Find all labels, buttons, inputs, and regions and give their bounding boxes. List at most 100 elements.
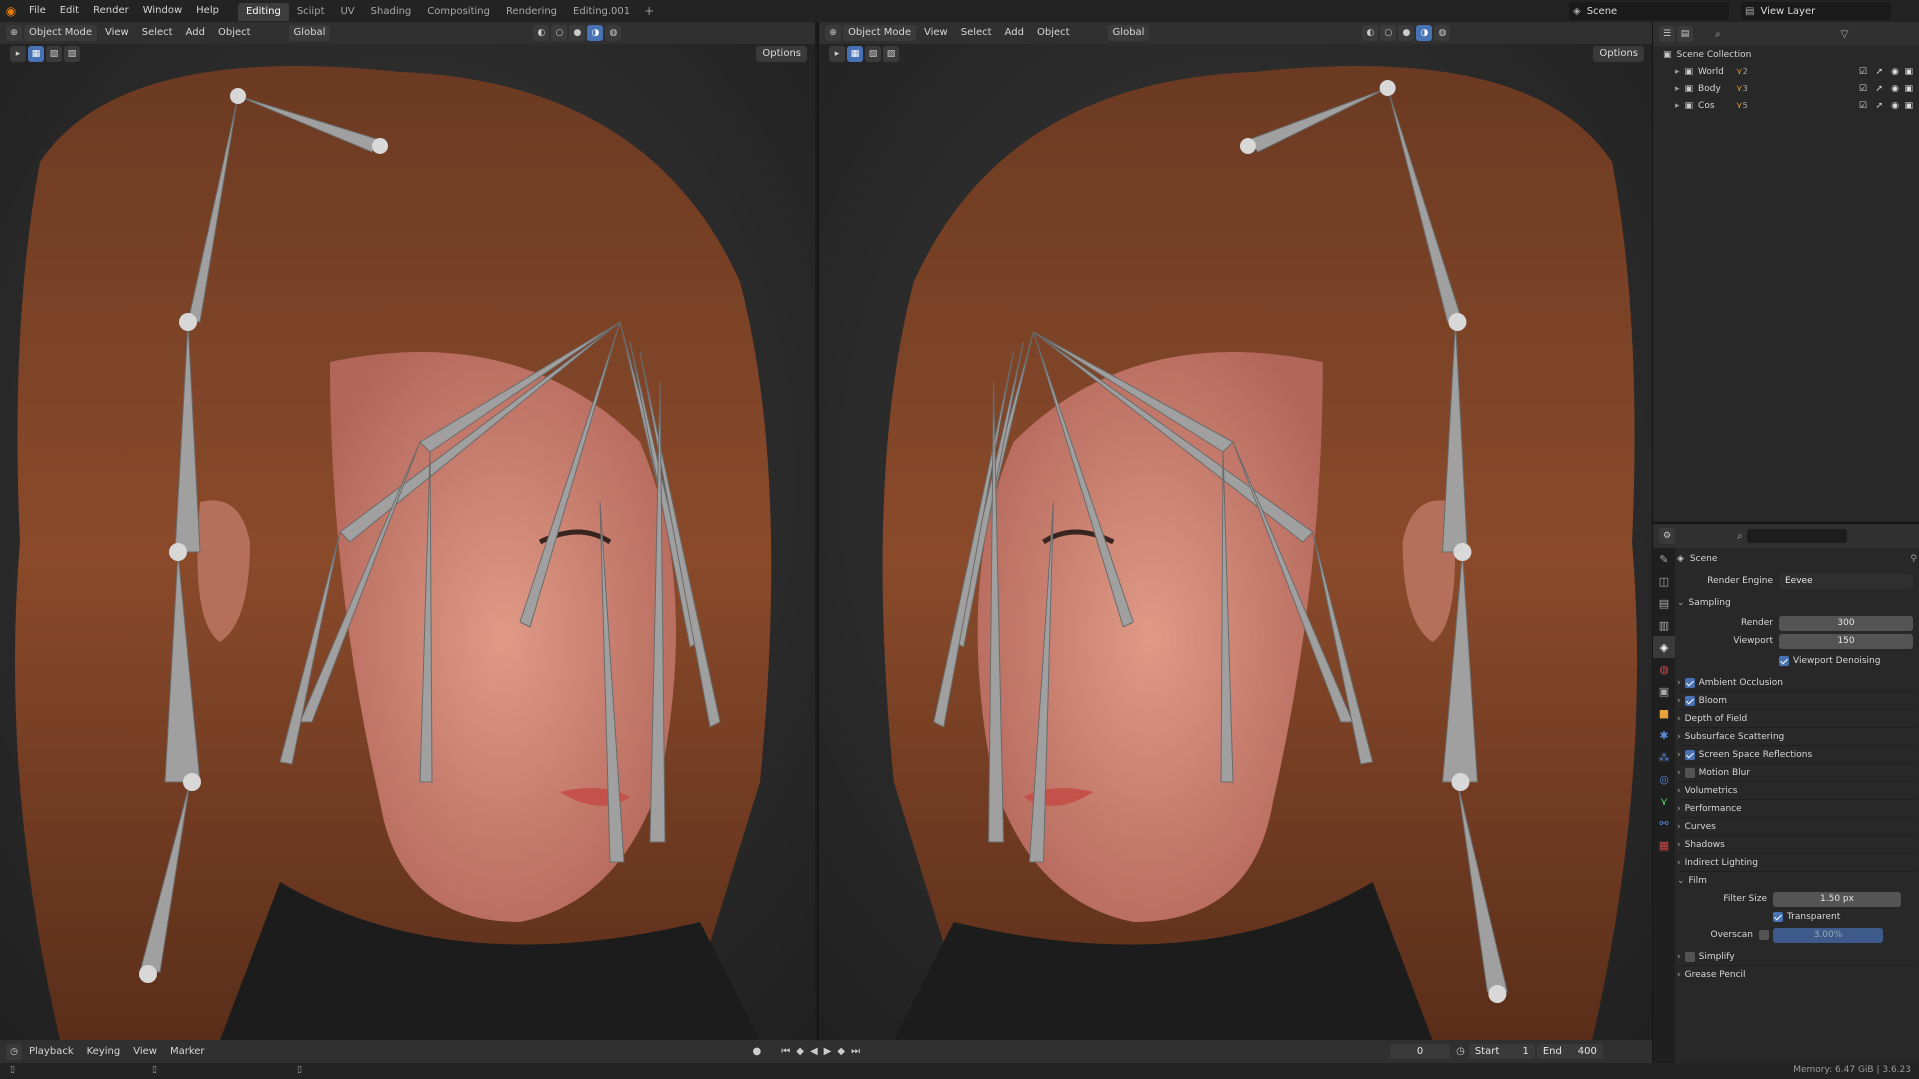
viewport-right-render[interactable] bbox=[819, 22, 1652, 1040]
panel-ambient-occlusion[interactable]: › Ambient Occlusion bbox=[1677, 674, 1917, 692]
jump-end-icon[interactable]: ⏭ bbox=[851, 1046, 860, 1057]
select-tool-icon[interactable]: ▸ bbox=[10, 46, 26, 62]
select-arrow-icon[interactable]: ➚ bbox=[1875, 84, 1883, 94]
viewport-denoising-checkbox[interactable] bbox=[1779, 656, 1789, 666]
tab-rendering[interactable]: Rendering bbox=[498, 3, 565, 21]
select-box-icon[interactable]: ▦ bbox=[847, 46, 863, 62]
play-reverse-icon[interactable]: ◀ bbox=[810, 1046, 818, 1057]
ssr-checkbox[interactable] bbox=[1684, 749, 1695, 760]
panel-motion-blur[interactable]: › Motion Blur bbox=[1677, 764, 1917, 782]
record-icon[interactable]: ● bbox=[753, 1046, 762, 1057]
motion-blur-checkbox[interactable] bbox=[1684, 767, 1695, 778]
panel-shadows[interactable]: › Shadows bbox=[1677, 836, 1917, 854]
outliner-item-world[interactable]: ▸ ▣ World ⋎ 2 ☑ ➚ ◉ ▣ bbox=[1653, 63, 1919, 80]
view-layer-selector[interactable]: ▤ View Layer bbox=[1741, 2, 1891, 20]
properties-type-icon[interactable]: ⚙ bbox=[1659, 528, 1675, 544]
select-subtract-icon[interactable]: ▨ bbox=[64, 46, 80, 62]
camera-icon[interactable]: ▣ bbox=[1904, 84, 1913, 94]
select-arrow-icon[interactable]: ➚ bbox=[1875, 101, 1883, 111]
panel-subsurface-scattering[interactable]: › Subsurface Scattering bbox=[1677, 728, 1917, 746]
panel-simplify[interactable]: › Simplify bbox=[1677, 948, 1917, 966]
outliner-type-icon[interactable]: ☰ bbox=[1659, 26, 1675, 42]
eye-icon[interactable]: ◉ bbox=[1891, 101, 1899, 111]
visibility-checkbox[interactable]: ☑ bbox=[1859, 84, 1867, 94]
scene-tab-icon[interactable]: ◈ bbox=[1653, 636, 1675, 658]
tab-editing-001[interactable]: Editing.001 bbox=[565, 3, 638, 21]
select-arrow-icon[interactable]: ➚ bbox=[1875, 67, 1883, 77]
current-frame-field[interactable]: 0 bbox=[1390, 1044, 1451, 1059]
viewport-left[interactable]: ⊕ Object Mode View Select Add Object Glo… bbox=[0, 22, 815, 1040]
menu-marker[interactable]: Marker bbox=[165, 1044, 210, 1060]
select-tool-icon[interactable]: ▸ bbox=[829, 46, 845, 62]
visibility-checkbox[interactable]: ☑ bbox=[1859, 101, 1867, 111]
select-subtract-icon[interactable]: ▨ bbox=[883, 46, 899, 62]
tab-compositing[interactable]: Compositing bbox=[419, 3, 498, 21]
tab-uv[interactable]: UV bbox=[332, 3, 362, 21]
filter-icon[interactable]: ▽ bbox=[1841, 29, 1849, 40]
clock-icon[interactable]: ◷ bbox=[1456, 1046, 1465, 1057]
object-tab-icon[interactable]: ■ bbox=[1653, 702, 1675, 724]
eye-icon[interactable]: ◉ bbox=[1891, 67, 1899, 77]
texture-tab-icon[interactable]: ▦ bbox=[1653, 834, 1675, 856]
viewport-left-render[interactable] bbox=[0, 22, 815, 1040]
viewport-right[interactable]: ⊕ Object Mode View Select Add Object Glo… bbox=[817, 22, 1652, 1040]
prev-key-icon[interactable]: ◆ bbox=[796, 1046, 804, 1057]
menu-help[interactable]: Help bbox=[189, 0, 226, 22]
filter-size-field[interactable]: 1.50 px bbox=[1773, 891, 1901, 907]
tab-shading[interactable]: Shading bbox=[363, 3, 420, 21]
visibility-checkbox[interactable]: ☑ bbox=[1859, 67, 1867, 77]
menu-select[interactable]: Select bbox=[137, 25, 178, 41]
material-shading-icon[interactable]: ◑ bbox=[587, 25, 604, 41]
menu-playback[interactable]: Playback bbox=[24, 1044, 79, 1060]
modifier-tab-icon[interactable]: ✱ bbox=[1653, 724, 1675, 746]
editor-type-icon[interactable]: ⊕ bbox=[6, 25, 22, 41]
panel-bloom[interactable]: › Bloom bbox=[1677, 692, 1917, 710]
camera-icon[interactable]: ▣ bbox=[1904, 101, 1913, 111]
panel-volumetrics[interactable]: › Volumetrics bbox=[1677, 782, 1917, 800]
transparent-row[interactable]: Transparent bbox=[1677, 908, 1917, 926]
panel-depth-of-field[interactable]: › Depth of Field bbox=[1677, 710, 1917, 728]
blender-logo-icon[interactable]: ◉ bbox=[0, 0, 22, 22]
panel-curves[interactable]: › Curves bbox=[1677, 818, 1917, 836]
panel-screen-space-reflections[interactable]: › Screen Space Reflections bbox=[1677, 746, 1917, 764]
sampling-header[interactable]: ⌄ Sampling bbox=[1677, 594, 1917, 612]
menu-add[interactable]: Add bbox=[1000, 25, 1029, 41]
menu-select[interactable]: Select bbox=[956, 25, 997, 41]
outliner-item-body[interactable]: ▸ ▣ Body ⋎ 3 ☑ ➚ ◉ ▣ bbox=[1653, 80, 1919, 97]
panel-grease-pencil[interactable]: › Grease Pencil bbox=[1677, 966, 1917, 984]
viewport-samples-field[interactable]: 150 bbox=[1779, 633, 1913, 649]
scene-selector[interactable]: ◈ Scene bbox=[1569, 2, 1729, 20]
search-input[interactable] bbox=[1746, 529, 1847, 543]
render-samples-field[interactable]: 300 bbox=[1779, 615, 1913, 631]
tool-tab-icon[interactable]: ✎ bbox=[1653, 548, 1675, 570]
material-shading-icon[interactable]: ◑ bbox=[1416, 25, 1433, 41]
simplify-checkbox[interactable] bbox=[1684, 951, 1695, 962]
select-extend-icon[interactable]: ▧ bbox=[865, 46, 881, 62]
render-tab-icon[interactable]: ◫ bbox=[1653, 570, 1675, 592]
menu-file[interactable]: File bbox=[22, 0, 53, 22]
output-tab-icon[interactable]: ▤ bbox=[1653, 592, 1675, 614]
overscan-checkbox[interactable] bbox=[1759, 930, 1769, 940]
expand-icon[interactable]: ▸ bbox=[1675, 101, 1680, 111]
solid-shading-icon[interactable]: ● bbox=[1398, 25, 1415, 41]
object-mode-dropdown[interactable]: Object Mode bbox=[24, 25, 97, 41]
panel-film[interactable]: ⌄ Film bbox=[1677, 872, 1917, 890]
view-layer-tab-icon[interactable]: ▥ bbox=[1653, 614, 1675, 636]
menu-view[interactable]: View bbox=[128, 1044, 162, 1060]
data-tab-icon[interactable]: ⚯ bbox=[1653, 812, 1675, 834]
menu-view[interactable]: View bbox=[919, 25, 953, 41]
play-icon[interactable]: ▶ bbox=[824, 1046, 832, 1057]
world-tab-icon[interactable]: ◍ bbox=[1653, 658, 1675, 680]
particles-tab-icon[interactable]: ⁂ bbox=[1653, 746, 1675, 768]
rendered-shading-icon[interactable]: ◍ bbox=[605, 25, 622, 41]
panel-indirect-lighting[interactable]: › Indirect Lighting bbox=[1677, 854, 1917, 872]
scene-collection-row[interactable]: ▣ Scene Collection bbox=[1653, 46, 1919, 63]
options-dropdown[interactable]: Options bbox=[1593, 46, 1644, 62]
timeline-type-icon[interactable]: ◷ bbox=[6, 1043, 22, 1060]
search-icon[interactable]: ⌕ bbox=[1715, 29, 1721, 40]
transparent-checkbox[interactable] bbox=[1773, 912, 1783, 922]
ambient-occlusion-checkbox[interactable] bbox=[1684, 677, 1695, 688]
menu-view[interactable]: View bbox=[100, 25, 134, 41]
menu-window[interactable]: Window bbox=[136, 0, 189, 22]
jump-start-icon[interactable]: ⏮ bbox=[781, 1046, 790, 1057]
